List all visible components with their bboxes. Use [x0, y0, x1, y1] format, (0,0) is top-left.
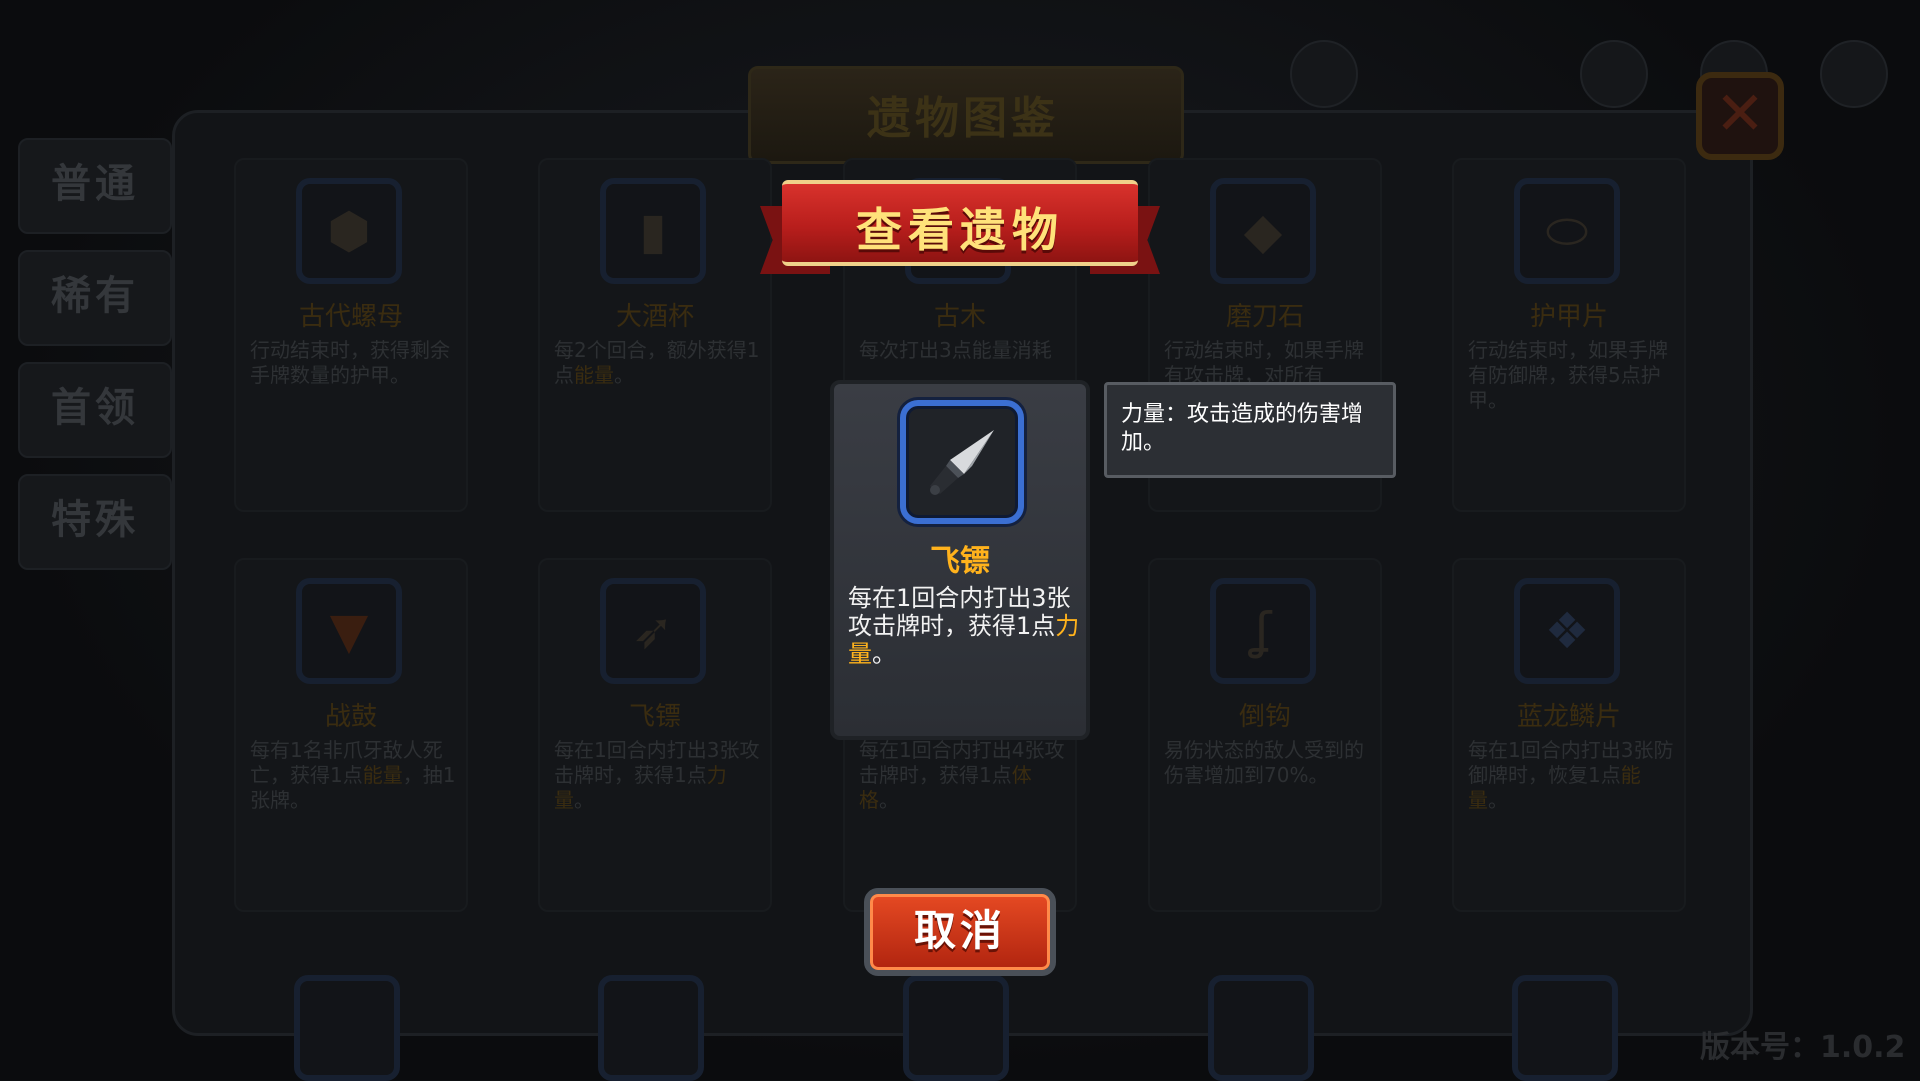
- whetstone-icon: ◆: [1243, 202, 1283, 260]
- tab-special[interactable]: 特殊: [18, 474, 172, 570]
- modal-title-ribbon: 查看遗物: [760, 176, 1160, 286]
- relic-desc: 每2个回合，额外获得1点能量。: [554, 338, 764, 388]
- hud-settings-icon: [1820, 40, 1888, 108]
- relic-frame: [1208, 975, 1314, 1081]
- close-button[interactable]: ✕: [1696, 72, 1784, 160]
- relic-frame: [598, 975, 704, 1081]
- barb-icon: ʆ: [1254, 602, 1272, 660]
- relic-card[interactable]: ▮ 大酒杯 每2个回合，额外获得1点能量。: [538, 158, 772, 512]
- relic-detail-name: 飞镖: [930, 544, 990, 579]
- relic-desc: 易伤状态的敌人受到的伤害增加到70%。: [1164, 738, 1364, 787]
- relic-frame: [903, 975, 1009, 1081]
- relic-frame: ▼: [296, 578, 402, 684]
- relic-desc: 每在1回合内打出3张攻击牌时，获得1点力量。: [554, 738, 764, 813]
- relic-frame: ⬢: [296, 178, 402, 284]
- relic-frame: [294, 975, 400, 1081]
- tab-boss[interactable]: 首领: [18, 362, 172, 458]
- dart-icon: [930, 430, 994, 495]
- dragon-scale-icon: ❖: [1544, 602, 1590, 660]
- relic-card[interactable]: ❖ 蓝龙鳞片 每在1回合内打出3张防御牌时，恢复1点能量。: [1452, 558, 1686, 912]
- relic-desc-text: 。: [1488, 788, 1508, 812]
- relic-card[interactable]: ➶ 飞镖 每在1回合内打出3张攻击牌时，获得1点力量。: [538, 558, 772, 912]
- modal-title: 查看遗物: [856, 203, 1064, 257]
- relic-desc-text: 每在1回合内打出4张攻击牌时，获得1点: [859, 738, 1065, 787]
- relic-frame: [1512, 975, 1618, 1081]
- keyword-tooltip: 力量：攻击造成的伤害增加。: [1104, 382, 1396, 478]
- relic-desc-keyword: 能量: [574, 363, 614, 387]
- relic-detail-frame: [900, 400, 1024, 524]
- relic-desc-text: 每在1回合内打出3张防御牌时，恢复1点: [1468, 738, 1674, 787]
- relic-frame: ⬭: [1514, 178, 1620, 284]
- relic-frame: ➶: [600, 578, 706, 684]
- relic-card[interactable]: ⬢ 古代螺母 行动结束时，获得剩余手牌数量的护甲。: [234, 158, 468, 512]
- tab-common[interactable]: 普通: [18, 138, 172, 234]
- relic-frame: ◆: [1210, 178, 1316, 284]
- relic-card[interactable]: ▼ 战鼓 每有1名非爪牙敌人死亡，获得1点能量，抽1张牌。: [234, 558, 468, 912]
- armor-plate-icon: ⬭: [1545, 202, 1589, 260]
- relic-frame: ▮: [600, 178, 706, 284]
- relic-desc-text: 。: [574, 788, 594, 812]
- relic-desc: 每次打出3点能量消耗: [859, 338, 1052, 362]
- dart-icon: ➶: [632, 602, 674, 660]
- relic-desc-text: 每在1回合内打出3张攻击牌时，获得1点: [554, 738, 760, 787]
- relic-desc-keyword: 能量: [362, 763, 403, 787]
- relic-name: 蓝龙鳞片: [1516, 702, 1621, 732]
- relic-desc: 每有1名非爪牙敌人死亡，获得1点能量，抽1张牌。: [250, 738, 460, 813]
- hud-map-icon: [1580, 40, 1648, 108]
- relic-card[interactable]: ʆ 倒钩 易伤状态的敌人受到的伤害增加到70%。: [1148, 558, 1382, 912]
- relic-detail-card: 飞镖 每在1回合内打出3张攻击牌时，获得1点力量。: [830, 380, 1090, 740]
- relic-name: 大酒杯: [615, 302, 694, 332]
- cancel-button[interactable]: 取消: [864, 888, 1056, 976]
- relic-name: 护甲片: [1529, 302, 1608, 332]
- relic-desc: 行动结束时，获得剩余手牌数量的护甲。: [250, 338, 450, 387]
- relic-desc: 行动结束时，如果手牌有防御牌，获得5点护甲。: [1468, 338, 1668, 412]
- relic-desc-text: 。: [614, 363, 634, 387]
- relic-detail-desc: 每在1回合内打出3张攻击牌时，获得1点力量。: [848, 584, 1084, 668]
- relic-desc: 行动结束时，如果手牌有攻击牌，对所有: [1164, 338, 1364, 387]
- mug-icon: ▮: [639, 202, 667, 260]
- version-label: 版本号：1.0.2: [1700, 1030, 1906, 1065]
- relic-detail-desc-text: 每在1回合内打出3张攻击牌时，获得1点: [848, 584, 1071, 640]
- relic-card[interactable]: ⬭ 护甲片 行动结束时，如果手牌有防御牌，获得5点护甲。: [1452, 158, 1686, 512]
- war-drum-icon: ▼: [329, 602, 369, 660]
- relic-name: 古木: [933, 302, 986, 332]
- tab-rare[interactable]: 稀有: [18, 250, 172, 346]
- relic-name: 古代螺母: [298, 302, 403, 332]
- relic-desc: 每在1回合内打出4张攻击牌时，获得1点体格。: [859, 738, 1069, 813]
- nut-icon: ⬢: [327, 202, 371, 260]
- relic-name: 飞镖: [628, 702, 681, 732]
- relic-name: 磨刀石: [1225, 302, 1304, 332]
- relic-frame: ❖: [1514, 578, 1620, 684]
- relic-desc: 每在1回合内打出3张防御牌时，恢复1点能量。: [1468, 738, 1678, 813]
- relic-name: 倒钩: [1238, 702, 1291, 732]
- book-title: 遗物图鉴: [867, 93, 1059, 144]
- relic-frame: ʆ: [1210, 578, 1316, 684]
- relic-name: 战鼓: [324, 702, 377, 732]
- relic-detail-desc-text: 。: [872, 640, 896, 668]
- relic-desc-text: 。: [879, 788, 899, 812]
- hud-potion-icon: [1290, 40, 1358, 108]
